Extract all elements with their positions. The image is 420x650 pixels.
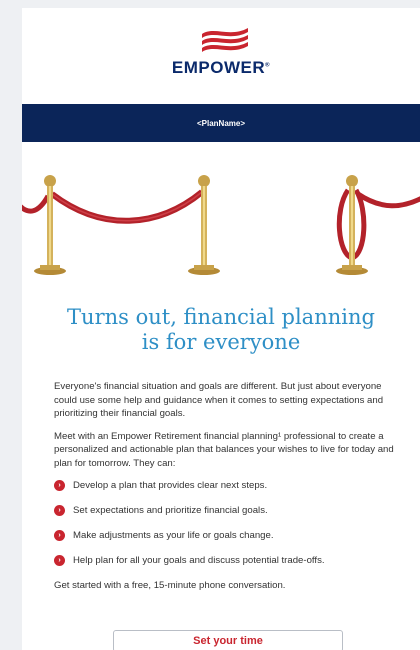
stanchion-rope-image (22, 175, 420, 275)
cta-label: Set your time (193, 635, 263, 647)
page-title: Turns out, financial planning is for eve… (22, 305, 420, 355)
flag-logo-icon (202, 28, 248, 52)
bullet-text: Make adjustments as your life or goals c… (73, 530, 274, 541)
bullet-text: Develop a plan that provides clear next … (73, 480, 268, 491)
logo-trademark: ® (265, 62, 271, 69)
list-item: › Help plan for all your goals and discu… (54, 554, 402, 568)
logo-text: EMPOWER (171, 58, 266, 77)
headline-line-1: Turns out, financial planning (67, 305, 375, 329)
logo-header: EMPOWER® (22, 8, 420, 104)
stanchion-post-3 (336, 175, 420, 275)
body-content: Everyone's financial situation and goals… (54, 380, 402, 602)
bullet-text: Set expectations and prioritize financia… (73, 505, 268, 516)
chevron-right-circle-icon: › (54, 530, 65, 542)
chevron-right-circle-icon: › (54, 480, 65, 492)
planning-paragraph: Meet with an Empower Retirement financia… (54, 430, 394, 469)
chevron-right-circle-icon: › (54, 555, 65, 567)
headline-line-2: is for everyone (141, 330, 301, 354)
stanchion-post-2 (188, 175, 220, 275)
list-item: › Make adjustments as your life or goals… (54, 529, 402, 543)
list-item: › Set expectations and prioritize financ… (54, 504, 402, 518)
list-item: › Develop a plan that provides clear nex… (54, 479, 402, 493)
bullet-text: Help plan for all your goals and discuss… (73, 555, 325, 566)
intro-paragraph: Everyone's financial situation and goals… (54, 381, 384, 419)
stanchion-post-1 (34, 175, 66, 275)
plan-name-bar: <PlanName> (22, 104, 420, 142)
chevron-right-circle-icon: › (54, 505, 65, 517)
set-your-time-button[interactable]: Set your time (113, 630, 343, 650)
email-card: EMPOWER® <PlanName> Turns out, financial… (22, 8, 420, 650)
logo-wordmark: EMPOWER® (22, 58, 420, 78)
closing-paragraph: Get started with a free, 15-minute phone… (54, 580, 286, 591)
plan-name-label: <PlanName> (196, 118, 246, 128)
